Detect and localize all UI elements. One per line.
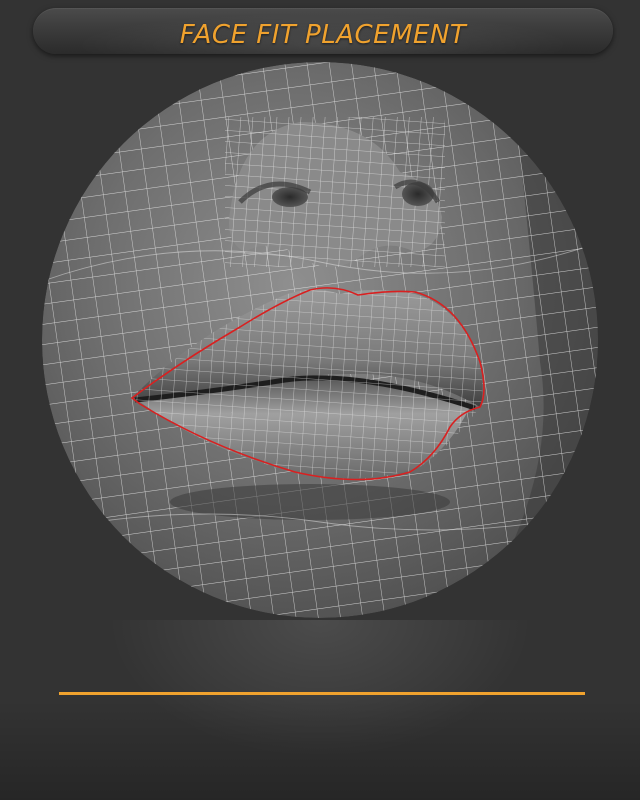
accent-divider <box>59 692 585 695</box>
title-bar: FACE FIT PLACEMENT <box>33 8 613 54</box>
nose-shape <box>225 117 445 267</box>
bottom-shade <box>0 700 640 800</box>
lips-wireframe-render <box>42 62 598 618</box>
page-title: FACE FIT PLACEMENT <box>179 20 467 50</box>
face-fit-viewport[interactable] <box>40 62 600 622</box>
